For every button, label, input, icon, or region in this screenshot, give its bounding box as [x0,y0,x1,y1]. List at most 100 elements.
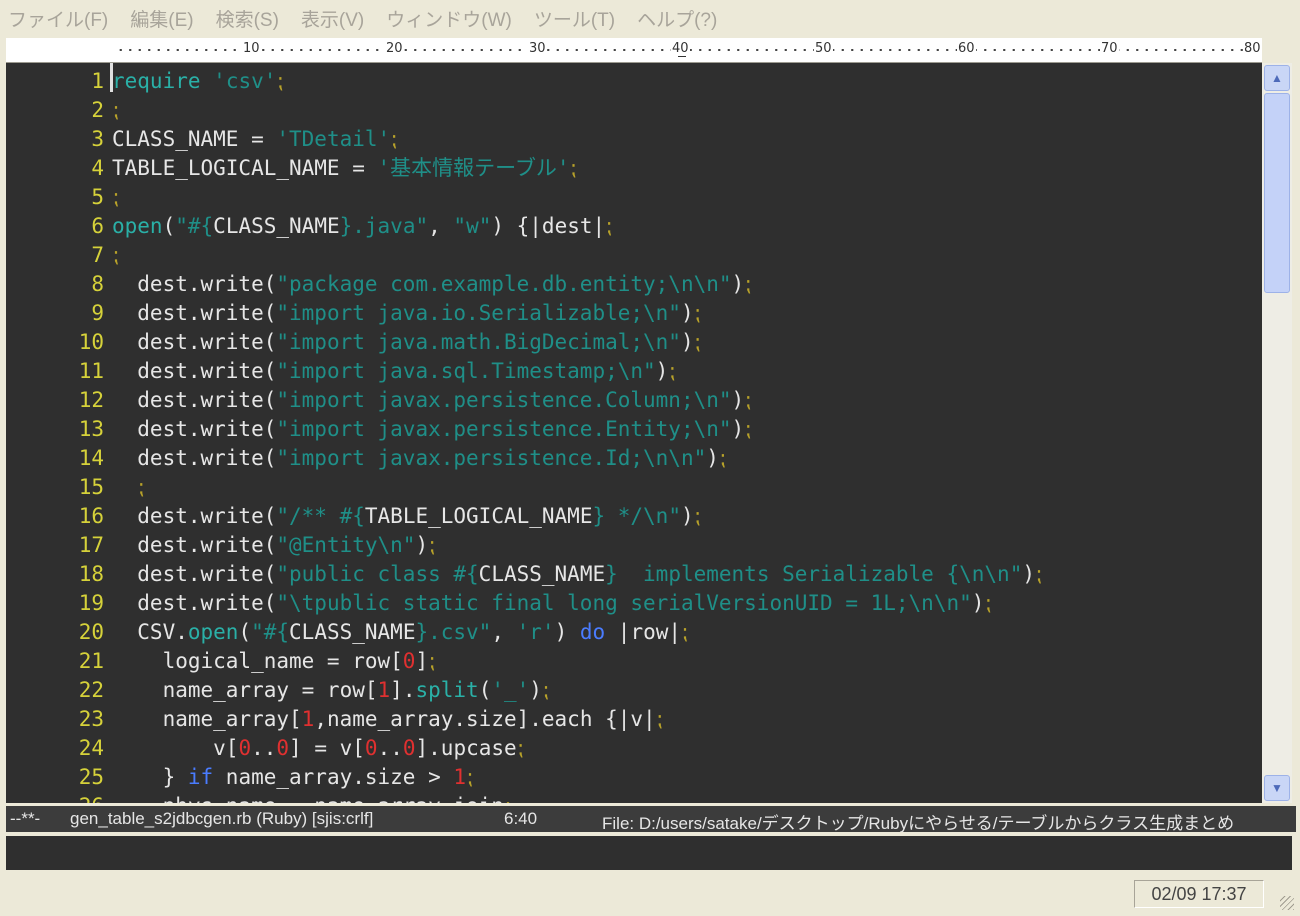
code-token: CLASS_NAME [478,562,606,586]
line-end-marker: ⁏ [112,243,120,267]
menu-item[interactable]: 表示(V) [301,5,364,32]
menu-item[interactable]: ウィンドウ(W) [386,5,512,32]
line-end-marker: ⁏ [693,301,701,325]
line-end-marker: ⁏ [390,127,398,151]
code-token: "public class #{ [276,562,479,586]
code-line[interactable]: } if name_array.size > 1⁏ [112,763,474,792]
line-end-marker: ⁏ [569,156,577,180]
resize-grip[interactable] [1280,896,1294,910]
line-end-marker: ⁏ [744,388,752,412]
code-token: 'TDetail' [276,127,391,151]
code-line[interactable]: CSV.open("#{CLASS_NAME}.csv", 'r') do |r… [112,618,688,647]
code-token: ) [655,359,669,383]
column-ruler: 10 20 30 40 50 60 70 80 [6,38,1262,63]
code-token: 'r' [516,620,555,644]
menu-item[interactable]: ツール(T) [534,5,615,32]
code-line[interactable]: v[0..0] = v[0..0].upcase⁏ [112,734,524,763]
code-line[interactable]: dest.write("public class #{CLASS_NAME} i… [112,560,1042,589]
menu-item[interactable]: ヘルプ(?) [637,5,717,32]
code-line[interactable]: dest.write("import java.sql.Timestamp;\n… [112,357,675,386]
code-token: open [112,214,163,238]
code-token: ,name_array.size].each {|v| [314,707,656,731]
code-token: "import java.sql.Timestamp;\n" [276,359,656,383]
scroll-down-button[interactable]: ▼ [1264,775,1290,801]
code-token: CLASS_NAME = [112,127,277,151]
ruler-label: 40 [671,41,690,56]
code-token: "\tpublic static final long serialVersio… [276,591,972,615]
ruler-label: 20 [385,41,404,56]
line-number: 20 [78,620,104,644]
code-token: require [112,69,201,93]
code-token: dest.write( [112,330,277,354]
code-line[interactable]: CLASS_NAME = 'TDetail'⁏ [112,125,397,154]
code-editor[interactable]: 1 2 3 4 5 6 7 8 9 10 11 12 13 14 15 16 17 18 19 20 21 22 23 24 2… [6,63,1262,803]
scroll-up-button[interactable]: ▲ [1264,65,1290,91]
code-line[interactable]: name_array = row[1].split('_')⁏ [112,676,549,705]
code-token: CLASS_NAME [289,620,416,644]
code-line[interactable]: dest.write("package com.example.db.entit… [112,270,751,299]
code-token: dest.write( [112,301,277,325]
line-number: 6 [91,214,104,238]
code-token: logical_name = row[ [112,649,403,673]
code-line[interactable]: dest.write("import javax.persistence.Id;… [112,444,726,473]
code-token: 1 [301,707,315,731]
code-line[interactable]: open("#{CLASS_NAME}.java", "w") {|dest|⁏ [112,212,612,241]
ruler-label: 60 [957,41,976,56]
code-line[interactable]: dest.write("@Entity\n")⁏ [112,531,435,560]
modified-flags: --**- [10,809,41,828]
code-token: "#{ [175,214,214,238]
code-token: dest.write( [112,359,277,383]
code-token: dest.write( [112,417,277,441]
minibuffer-input[interactable] [6,836,1292,870]
menu-item[interactable]: 編集(E) [130,5,193,32]
menu-item[interactable]: ファイル(F) [8,5,108,32]
code-line[interactable]: ⁏ [112,473,144,502]
code-token: 0 [364,736,378,760]
code-token: }.csv" [415,620,492,644]
code-line[interactable]: ⁏ [112,241,119,270]
code-line[interactable]: phys_name = name_array.join⁏ [112,792,511,803]
code-token: open [187,620,239,644]
code-token: '基本情報テーブル' [377,156,570,180]
code-line[interactable]: dest.write("/** #{TABLE_LOGICAL_NAME} */… [112,502,700,531]
line-end-marker: ⁏ [137,475,145,499]
scroll-thumb[interactable] [1264,93,1290,293]
code-line[interactable]: dest.write("import java.math.BigDecimal;… [112,328,700,357]
code-line[interactable]: dest.write("import java.io.Serializable;… [112,299,701,328]
code-line[interactable]: name_array[1,name_array.size].each {|v|⁏ [112,705,663,734]
code-line[interactable]: logical_name = row[0]⁏ [112,647,436,676]
line-number: 26 [6,792,104,803]
code-token: ( [238,620,252,644]
code-token: .. [251,736,277,760]
line-number: 11 [78,359,104,383]
line-end-marker: ⁏ [1035,562,1043,586]
code-line[interactable]: dest.write("import javax.persistence.Ent… [112,415,751,444]
line-end-marker: ⁏ [984,591,992,615]
code-line[interactable]: require 'csv'⁏ [112,67,283,96]
code-token: ) [680,504,694,528]
code-line[interactable]: TABLE_LOGICAL_NAME = '基本情報テーブル'⁏ [112,154,577,183]
code-line[interactable]: ⁏ [112,183,119,212]
buffer-info: gen_table_s2jdbcgen.rb (Ruby) [sjis:crlf… [70,809,374,828]
code-token: .. [377,736,403,760]
mode-line: --**- gen_table_s2jdbcgen.rb (Ruby) [sji… [6,806,1296,832]
code-line[interactable]: dest.write("\tpublic static final long s… [112,589,991,618]
vertical-scrollbar[interactable]: ▲ ▼ [1262,63,1292,803]
code-token: CLASS_NAME [213,214,340,238]
code-line[interactable]: dest.write("import javax.persistence.Col… [112,386,751,415]
menu-item[interactable]: 検索(S) [216,5,279,32]
line-number: 15 [78,475,104,499]
code-token: dest.write( [112,504,277,528]
status-bar: 02/09 17:37 [0,874,1300,916]
ruler-label: 30 [528,41,547,56]
line-number: 21 [78,649,104,673]
cursor-position: 6:40 [504,809,538,828]
code-line[interactable]: ⁏ [112,96,119,125]
code-token: 'csv' [213,69,277,93]
code-token: , [491,620,517,644]
code-token: 0 [238,736,252,760]
line-end-marker: ⁏ [605,214,613,238]
code-token: ) [971,591,985,615]
code-token: split [415,678,479,702]
